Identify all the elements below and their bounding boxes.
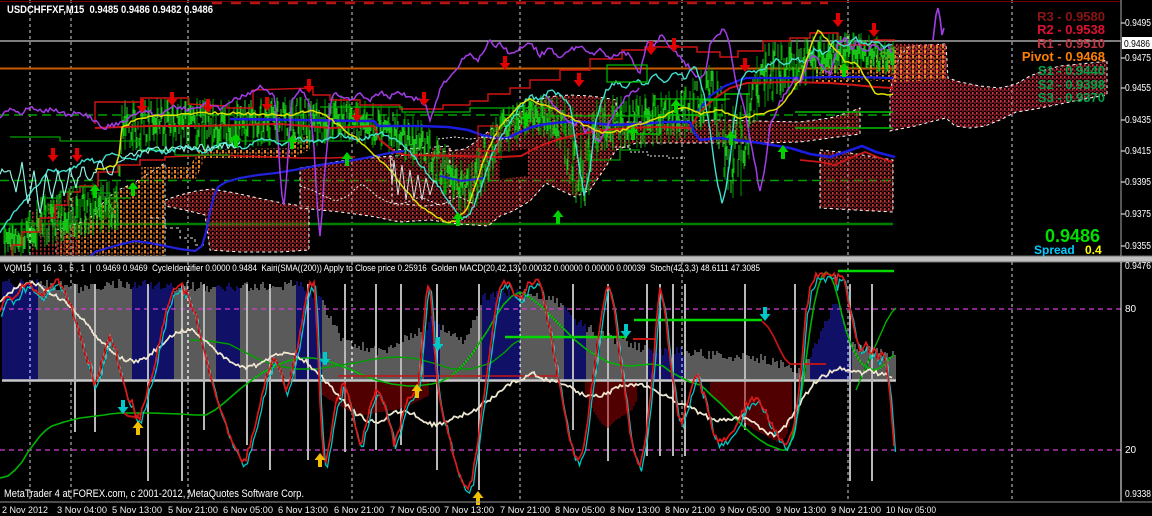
svg-text:5 Nov 13:00: 5 Nov 13:00: [112, 505, 162, 516]
svg-text:S3 - 0.9370: S3 - 0.9370: [1038, 90, 1105, 105]
svg-text:7 Nov 21:00: 7 Nov 21:00: [500, 505, 550, 516]
svg-text:USDCHFFXF,M15 0.9485 0.9486 0: USDCHFFXF,M15 0.9485 0.9486 0.9482 0.948…: [7, 4, 213, 16]
svg-text:6 Nov 21:00: 6 Nov 21:00: [334, 505, 384, 516]
svg-text:8 Nov 13:00: 8 Nov 13:00: [610, 505, 660, 516]
svg-text:5 Nov 21:00: 5 Nov 21:00: [168, 505, 218, 516]
svg-text:Spread: Spread: [1034, 243, 1075, 257]
svg-text:0.9395: 0.9395: [1125, 177, 1151, 188]
svg-text:R2 - 0.9538: R2 - 0.9538: [1037, 22, 1105, 37]
svg-text:0.9355: 0.9355: [1125, 241, 1151, 252]
svg-text:9 Nov 13:00: 9 Nov 13:00: [776, 505, 826, 516]
svg-text:8 Nov 21:00: 8 Nov 21:00: [665, 505, 715, 516]
svg-text:3 Nov 04:00: 3 Nov 04:00: [57, 505, 107, 516]
svg-text:0.9435: 0.9435: [1125, 115, 1151, 126]
svg-text:0.4: 0.4: [1085, 243, 1102, 257]
svg-text:S1 - 0.9440: S1 - 0.9440: [1038, 63, 1105, 78]
svg-text:7 Nov 05:00: 7 Nov 05:00: [390, 505, 440, 516]
svg-text:0.9495: 0.9495: [1125, 18, 1151, 29]
svg-text:0.9486: 0.9486: [1124, 39, 1150, 50]
svg-text:Pivot - 0.9468: Pivot - 0.9468: [1022, 49, 1105, 64]
svg-text:0.9375: 0.9375: [1125, 209, 1151, 220]
svg-text:8 Nov 05:00: 8 Nov 05:00: [555, 505, 605, 516]
svg-text:0.9475: 0.9475: [1125, 53, 1151, 64]
svg-text:0.9415: 0.9415: [1125, 146, 1151, 157]
svg-text:7 Nov 13:00: 7 Nov 13:00: [444, 505, 494, 516]
svg-text:6 Nov 13:00: 6 Nov 13:00: [278, 505, 328, 516]
svg-text:0.9455: 0.9455: [1125, 83, 1151, 94]
svg-text:9 Nov 21:00: 9 Nov 21:00: [831, 505, 881, 516]
svg-text:6 Nov 05:00: 6 Nov 05:00: [223, 505, 273, 516]
svg-text:9 Nov 05:00: 9 Nov 05:00: [720, 505, 770, 516]
svg-text:2 Nov 2012: 2 Nov 2012: [2, 505, 48, 516]
svg-text:80: 80: [1125, 304, 1137, 315]
svg-text:10 Nov 05:00: 10 Nov 05:00: [886, 505, 936, 516]
svg-text:0.9476: 0.9476: [1125, 261, 1151, 272]
svg-text:0.9338: 0.9338: [1125, 489, 1151, 500]
svg-text:VQM15 | 16 , 3 , 5 , 1 | 0: VQM15 | 16 , 3 , 5 , 1 | 0.9469 0.9469 C…: [4, 263, 760, 274]
svg-text:MetaTrader 4 at FOREX.com, c 2: MetaTrader 4 at FOREX.com, c 2001-2012, …: [4, 488, 304, 500]
svg-text:20: 20: [1125, 445, 1137, 456]
